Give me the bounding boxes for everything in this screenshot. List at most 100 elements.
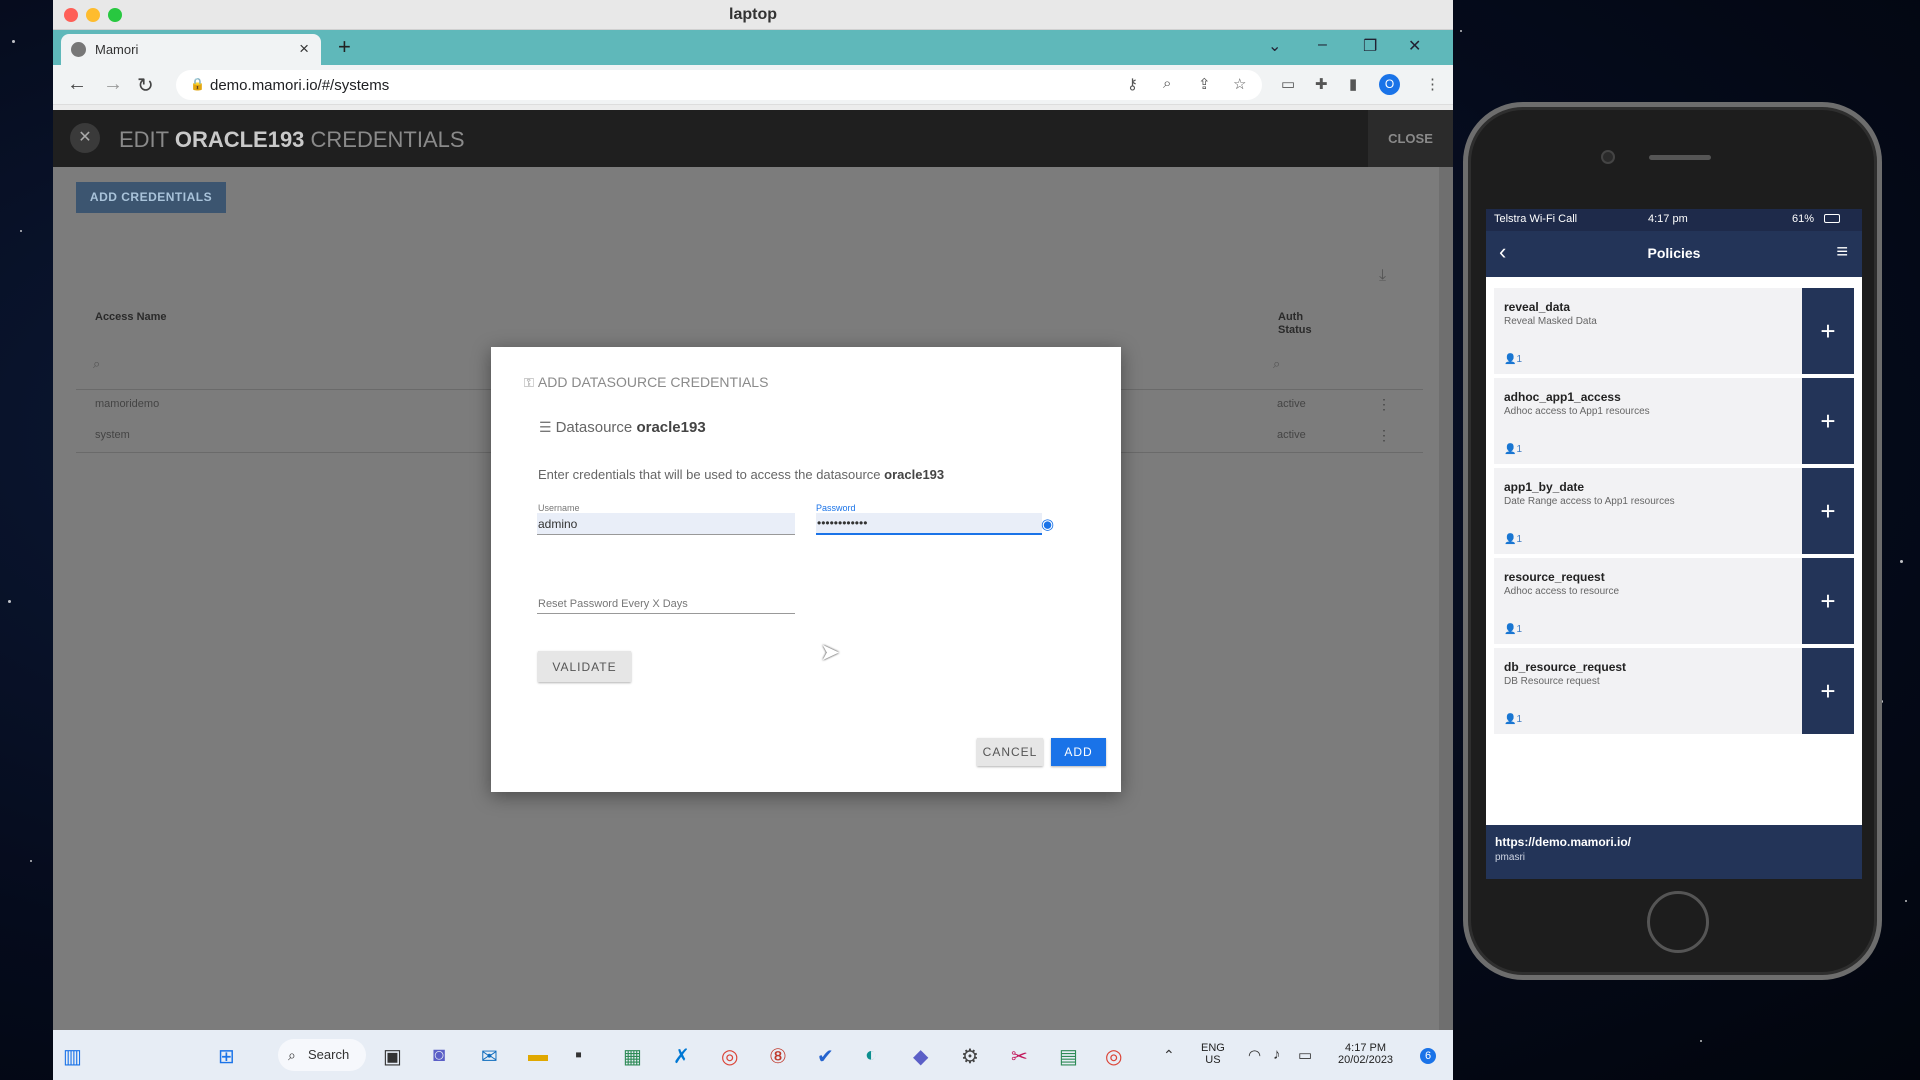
- restore-icon[interactable]: ❐: [1363, 36, 1377, 56]
- zoom-icon[interactable]: ⌕: [1163, 75, 1171, 92]
- tab-close-icon[interactable]: ×: [299, 39, 309, 59]
- kebab-icon[interactable]: ⋮: [1377, 396, 1391, 413]
- clock[interactable]: 4:17 PM 20/02/2023: [1338, 1042, 1393, 1066]
- star: [1700, 1040, 1702, 1042]
- username-field[interactable]: [537, 513, 795, 535]
- favicon-icon: [71, 42, 86, 57]
- validate-button[interactable]: VALIDATE: [538, 651, 631, 682]
- row-status: active: [1277, 398, 1306, 410]
- battery-icon: [1824, 214, 1840, 223]
- volume-icon[interactable]: ♪: [1273, 1046, 1281, 1063]
- language-indicator[interactable]: ENG US: [1201, 1042, 1225, 1066]
- wifi-icon[interactable]: ◠: [1248, 1046, 1261, 1064]
- plus-icon[interactable]: +: [1802, 648, 1854, 734]
- battery-icon[interactable]: ▭: [1298, 1046, 1312, 1064]
- add-button[interactable]: ADD: [1051, 738, 1106, 766]
- footer-url[interactable]: https://demo.mamori.io/: [1495, 835, 1631, 849]
- policy-count-value: 1: [1516, 534, 1523, 545]
- menu-kebab-icon[interactable]: ⋮: [1425, 75, 1440, 93]
- col-auth-status-line2[interactable]: Status: [1278, 324, 1312, 336]
- policy-count-value: 1: [1516, 714, 1523, 725]
- chrome-icon[interactable]: ◎: [721, 1044, 738, 1069]
- profile-avatar[interactable]: O: [1379, 74, 1400, 95]
- add-credentials-dialog: ⚿ ADD DATASOURCE CREDENTIALS ☰ Datasource …: [491, 347, 1121, 792]
- plus-icon[interactable]: +: [1802, 378, 1854, 464]
- title-prefix: EDIT: [119, 127, 175, 152]
- edge-icon[interactable]: ◐: [865, 1044, 877, 1067]
- file-explorer-icon[interactable]: ▬: [528, 1044, 548, 1067]
- star: [30, 860, 32, 862]
- close-icon[interactable]: ✕: [70, 123, 100, 153]
- clock-date: 20/02/2023: [1338, 1054, 1394, 1066]
- password-field[interactable]: [816, 513, 1042, 535]
- username-label: Username: [538, 503, 580, 513]
- extensions-icon[interactable]: ✚: [1315, 75, 1328, 93]
- widgets-icon[interactable]: ▥: [63, 1044, 82, 1069]
- taskbar-search[interactable]: ⌕ Search: [278, 1039, 366, 1071]
- todo-icon[interactable]: ✔: [817, 1044, 834, 1069]
- plus-icon[interactable]: +: [1802, 558, 1854, 644]
- minimize-icon[interactable]: –: [1318, 36, 1327, 54]
- dialog-title: ⚿ ADD DATASOURCE CREDENTIALS: [524, 374, 768, 391]
- plus-icon[interactable]: +: [1802, 288, 1854, 374]
- snipping-icon[interactable]: ✂: [1011, 1044, 1028, 1069]
- policy-item[interactable]: reveal_data Reveal Masked Data 👤1 +: [1494, 288, 1854, 374]
- share-icon[interactable]: ⇪: [1198, 75, 1211, 93]
- scrollbar[interactable]: [1439, 167, 1453, 1030]
- add-credentials-button[interactable]: ADD CREDENTIALS: [76, 182, 226, 213]
- home-button[interactable]: [1647, 891, 1709, 953]
- back-icon[interactable]: ←: [67, 73, 87, 96]
- policy-user-count: 👤1: [1504, 354, 1522, 365]
- key-icon[interactable]: ⚷: [1127, 75, 1138, 93]
- app-icon[interactable]: ⚙: [961, 1044, 979, 1069]
- search-icon[interactable]: ⌕: [93, 356, 100, 372]
- chrome-icon[interactable]: ◎: [1105, 1044, 1122, 1069]
- chevron-up-icon[interactable]: ⌃: [1163, 1047, 1175, 1064]
- col-access-name[interactable]: Access Name: [95, 311, 167, 323]
- policy-count-value: 1: [1516, 624, 1523, 635]
- title-system: ORACLE193: [174, 127, 305, 152]
- app-icon[interactable]: ▤: [1059, 1044, 1078, 1069]
- phone-battery: 61%: [1792, 213, 1815, 225]
- phone-status-bar: Telstra Wi-Fi Call 4:17 pm 61%: [1486, 209, 1862, 231]
- mail-icon[interactable]: ✉: [481, 1044, 498, 1069]
- policy-item[interactable]: db_resource_request DB Resource request …: [1494, 648, 1854, 734]
- cast-icon[interactable]: ▭: [1281, 75, 1295, 93]
- tab-search-icon[interactable]: ⌄: [1268, 36, 1281, 56]
- policy-item[interactable]: adhoc_app1_access Adhoc access to App1 r…: [1494, 378, 1854, 464]
- bookmark-star-icon[interactable]: ☆: [1233, 75, 1246, 93]
- address-bar[interactable]: 🔒 demo.mamori.io/#/systems: [176, 70, 1262, 100]
- vscode-icon[interactable]: ✗: [673, 1044, 690, 1069]
- start-icon[interactable]: ⊞: [218, 1044, 235, 1069]
- cancel-button[interactable]: CANCEL: [977, 738, 1043, 766]
- new-tab-icon[interactable]: +: [338, 34, 351, 60]
- chat-icon[interactable]: ◙: [433, 1044, 445, 1067]
- policy-user-count: 👤1: [1504, 534, 1522, 545]
- policy-user-count: 👤1: [1504, 444, 1522, 455]
- side-panel-icon[interactable]: ▮: [1349, 75, 1357, 93]
- close-button[interactable]: CLOSE: [1368, 110, 1453, 167]
- reset-password-days-field[interactable]: [537, 592, 795, 614]
- app-icon[interactable]: ▦: [623, 1044, 642, 1069]
- tab-title: Mamori: [95, 42, 139, 57]
- eye-icon[interactable]: ◉: [1041, 515, 1054, 533]
- notification-badge[interactable]: 6: [1420, 1048, 1436, 1064]
- app-icon[interactable]: ⑧: [769, 1044, 787, 1069]
- col-auth-status-line1[interactable]: Auth: [1278, 311, 1303, 323]
- policy-item[interactable]: app1_by_date Date Range access to App1 r…: [1494, 468, 1854, 554]
- browser-tab[interactable]: Mamori ×: [61, 34, 321, 65]
- hamburger-icon[interactable]: ≡: [1836, 241, 1848, 264]
- search-icon[interactable]: ⌕: [1273, 356, 1280, 372]
- download-icon[interactable]: ⤓: [1379, 267, 1386, 285]
- reload-icon[interactable]: ↻: [137, 73, 154, 98]
- plus-icon[interactable]: +: [1802, 468, 1854, 554]
- app-icon[interactable]: ◆: [913, 1044, 928, 1069]
- terminal-icon[interactable]: ▪: [575, 1044, 582, 1067]
- phone-frame: Telstra Wi-Fi Call 4:17 pm 61% ‹ Policie…: [1463, 102, 1882, 980]
- forward-icon[interactable]: →: [103, 73, 123, 96]
- kebab-icon[interactable]: ⋮: [1377, 427, 1391, 444]
- task-view-icon[interactable]: ▣: [383, 1044, 402, 1069]
- policy-item[interactable]: resource_request Adhoc access to resourc…: [1494, 558, 1854, 644]
- camera-icon: [1601, 150, 1615, 164]
- close-icon[interactable]: ✕: [1408, 36, 1421, 56]
